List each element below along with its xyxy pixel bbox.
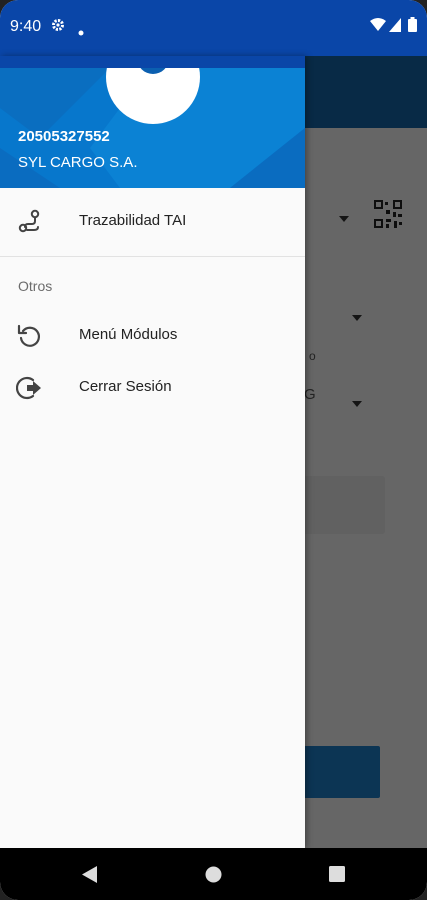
system-navigation-bar <box>0 848 427 900</box>
status-time: 9:40 <box>10 18 42 35</box>
settings-icon <box>51 18 65 37</box>
phone-screen: 9:40 20505327552 SYL CARGO S.A. Trazabil… <box>0 0 427 900</box>
recents-icon[interactable] <box>329 866 345 887</box>
undo-icon <box>16 322 44 350</box>
menu-item-label: Cerrar Sesión <box>79 378 172 395</box>
divider <box>0 256 305 257</box>
signal-icon <box>389 18 401 37</box>
menu-item-label: Trazabilidad TAI <box>79 212 187 229</box>
drawer-header: 20505327552 SYL CARGO S.A. <box>0 68 305 188</box>
route-icon <box>16 208 44 236</box>
menu-item-label: Menú Módulos <box>79 326 178 343</box>
drawer-status-band <box>0 56 305 68</box>
wifi-icon <box>370 18 386 37</box>
menu-item-cerrar-sesion[interactable]: Cerrar Sesión <box>0 362 305 414</box>
navigation-drawer: 20505327552 SYL CARGO S.A. Trazabilidad … <box>0 56 305 848</box>
user-ruc: 20505327552 <box>18 128 110 145</box>
back-icon[interactable] <box>82 866 98 888</box>
battery-icon <box>408 17 417 37</box>
user-company: SYL CARGO S.A. <box>18 154 138 171</box>
home-icon[interactable] <box>205 866 222 888</box>
status-bar: 9:40 <box>0 0 427 56</box>
notification-dot-icon <box>78 23 84 41</box>
menu-item-trazabilidad-tai[interactable]: Trazabilidad TAI <box>0 196 305 248</box>
menu-item-menu-modulos[interactable]: Menú Módulos <box>0 310 305 362</box>
section-title-otros: Otros <box>18 278 53 294</box>
logout-icon <box>15 374 44 402</box>
